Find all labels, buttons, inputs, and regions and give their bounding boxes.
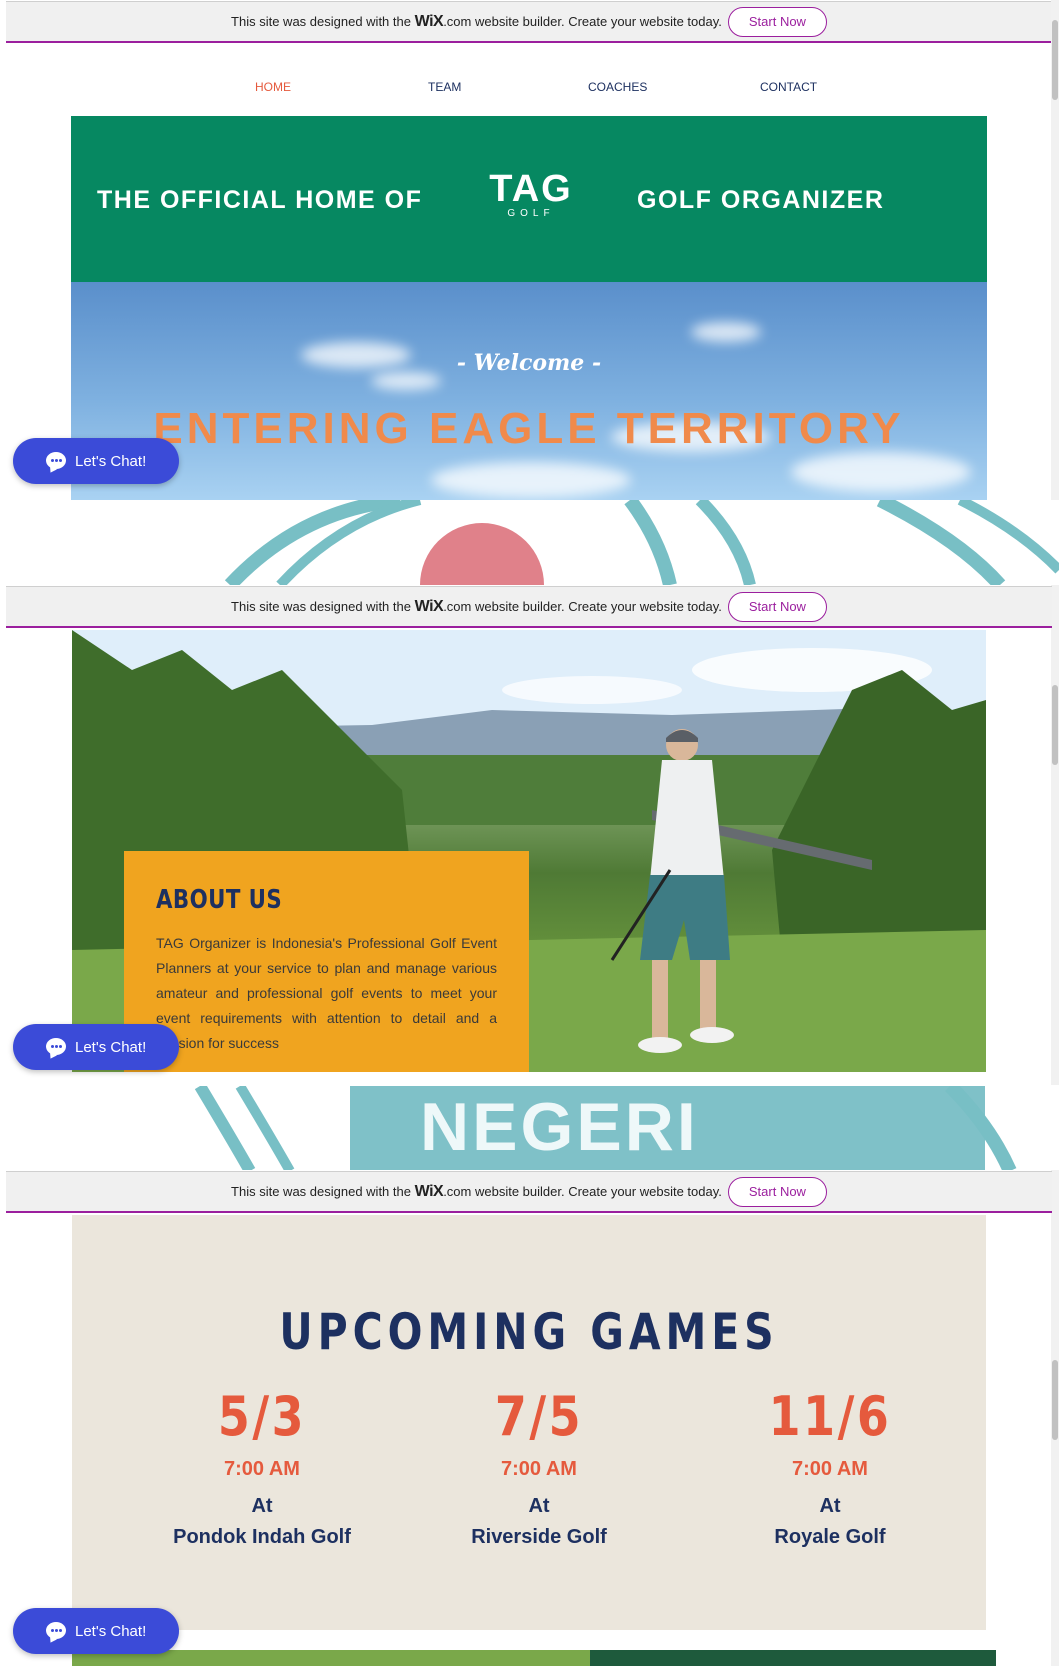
tag-banner: THE OFFICIAL HOME OF TAG GOLF GOLF ORGAN… (71, 116, 987, 282)
hero-section: - Welcome - ENTERING EAGLE TERRITORY (71, 282, 987, 500)
about-us-box: ABOUT US TAG Organizer is Indonesia's Pr… (124, 851, 529, 1072)
nav-item-team[interactable]: TEAM (428, 80, 461, 94)
game-date: 11/6 (768, 1385, 892, 1448)
game-card: 7/5 7:00 AM At Riverside Golf (409, 1385, 669, 1549)
game-date: 5/3 (217, 1385, 307, 1448)
tag-logo-text: TAG (489, 168, 573, 210)
scrollbar[interactable] (1051, 1170, 1059, 1666)
hero-welcome: - Welcome - (456, 350, 602, 376)
hero-headline: ENTERING EAGLE TERRITORY (153, 404, 905, 453)
nav-item-contact[interactable]: CONTACT (760, 80, 817, 94)
wix-logo[interactable]: WiX (415, 598, 444, 616)
wix-promo-bar: This site was designed with the WiX .com … (6, 1171, 1052, 1213)
chat-bubble-icon (46, 452, 66, 469)
game-venue: Royale Golf (774, 1526, 886, 1548)
game-venue: Riverside Golf (471, 1526, 607, 1548)
scrollbar-thumb[interactable] (1052, 20, 1058, 100)
peek-strip-text: NEGERI (420, 1089, 699, 1165)
cloud-shape (791, 452, 971, 492)
tag-golf-logo[interactable]: TAG GOLF (483, 170, 579, 219)
game-card: 11/6 7:00 AM At Royale Golf (700, 1385, 960, 1549)
wix-promo-text: This site was designed with the (231, 14, 411, 29)
scrollbar-thumb[interactable] (1052, 1360, 1058, 1440)
scrollbar[interactable] (1051, 0, 1059, 500)
chat-bubble-icon (46, 1038, 66, 1055)
next-section-peek (72, 1650, 996, 1666)
cloud-shape (691, 322, 761, 342)
chat-label: Let's Chat! (75, 1038, 147, 1056)
start-now-button[interactable]: Start Now (727, 591, 827, 622)
nav-item-coaches[interactable]: COACHES (588, 80, 647, 94)
wix-logo[interactable]: WiX (415, 13, 444, 31)
wix-logo[interactable]: WiX (415, 1183, 444, 1201)
game-venue: Pondok Indah Golf (173, 1526, 351, 1548)
screenshot-frame-1: This site was designed with the WiX .com … (0, 0, 1059, 585)
about-body: TAG Organizer is Indonesia's Professiona… (156, 935, 497, 1051)
chat-button[interactable]: Let's Chat! (13, 1608, 179, 1654)
chat-bubble-icon (46, 1622, 66, 1639)
chat-button[interactable]: Let's Chat! (13, 438, 179, 484)
wix-promo-bar: This site was designed with the WiX .com … (6, 586, 1052, 628)
game-at: At (819, 1495, 841, 1517)
scrollbar[interactable] (1051, 585, 1059, 1085)
chat-label: Let's Chat! (75, 452, 147, 470)
wix-promo-bar: This site was designed with the WiX .com … (6, 1, 1052, 43)
chat-button[interactable]: Let's Chat! (13, 1024, 179, 1070)
wix-promo-text: This site was designed with the (231, 599, 411, 614)
game-at: At (251, 1495, 273, 1517)
about-title: ABOUT US (156, 885, 283, 915)
wix-promo-text-2: .com website builder. Create your websit… (443, 14, 722, 29)
banner-left-text: THE OFFICIAL HOME OF (97, 186, 423, 214)
background-peek-strip: NEGERI (0, 1086, 1059, 1171)
next-section-green-panel (590, 1650, 996, 1666)
game-at: At (528, 1495, 550, 1517)
chat-label: Let's Chat! (75, 1622, 147, 1640)
games-title: UPCOMING GAMES (279, 1303, 779, 1361)
wix-promo-text-2: .com website builder. Create your websit… (443, 599, 722, 614)
wix-promo-text: This site was designed with the (231, 1184, 411, 1199)
cloud-shape (431, 462, 631, 498)
scrollbar-thumb[interactable] (1052, 685, 1058, 765)
nav-item-home[interactable]: HOME (255, 80, 291, 94)
start-now-button[interactable]: Start Now (727, 6, 827, 37)
game-card: 5/3 7:00 AM At Pondok Indah Golf (132, 1385, 392, 1549)
wix-promo-text-2: .com website builder. Create your websit… (443, 1184, 722, 1199)
background-peek-strip (0, 500, 1059, 585)
background-arc-graphic (224, 500, 1059, 585)
game-time: 7:00 AM (792, 1458, 868, 1480)
game-date: 7/5 (494, 1385, 584, 1448)
banner-right-text: GOLF ORGANIZER (637, 186, 885, 214)
game-time: 7:00 AM (224, 1458, 300, 1480)
upcoming-games-section: UPCOMING GAMES 5/3 7:00 AM At Pondok Ind… (72, 1215, 986, 1630)
start-now-button[interactable]: Start Now (727, 1176, 827, 1207)
game-time: 7:00 AM (501, 1458, 577, 1480)
